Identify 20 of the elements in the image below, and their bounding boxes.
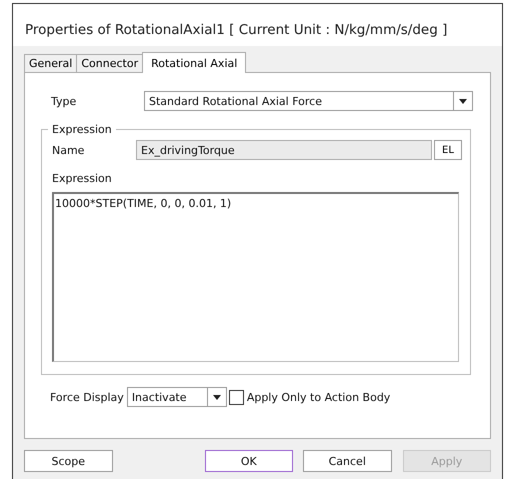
force-display-label: Force Display <box>50 390 124 404</box>
type-label: Type <box>50 94 78 108</box>
tab[interactable]: General <box>24 54 78 72</box>
el-button[interactable]: EL <box>434 140 462 160</box>
name-label: Name <box>52 144 86 156</box>
checkbox-label: Apply Only to Action Body <box>246 390 390 404</box>
type-dropdown[interactable]: Standard Rotational Axial Force <box>144 91 473 111</box>
checkbox[interactable] <box>228 390 244 404</box>
expression-label: Expression <box>52 172 113 185</box>
name-field[interactable]: Ex_drivingTorque <box>136 140 432 160</box>
dialog-button[interactable]: Cancel <box>303 450 392 472</box>
caret-icon <box>459 98 467 104</box>
window-title: Properties of RotationalAxial1 [ Current Unit : N/kg/mm/s/deg ] <box>13 4 502 46</box>
tab[interactable]: Rotational Axial <box>142 52 246 73</box>
group-title: Expression <box>51 123 113 136</box>
expression-field[interactable]: 10000*STEP(TIME, 0, 0, 0.01, 1) <box>52 192 459 362</box>
dialog-button[interactable]: Scope <box>24 450 112 472</box>
force-display-dropdown[interactable]: Inactivate <box>126 387 227 407</box>
caret-icon <box>212 394 221 400</box>
dialog-button[interactable]: OK <box>204 450 293 472</box>
